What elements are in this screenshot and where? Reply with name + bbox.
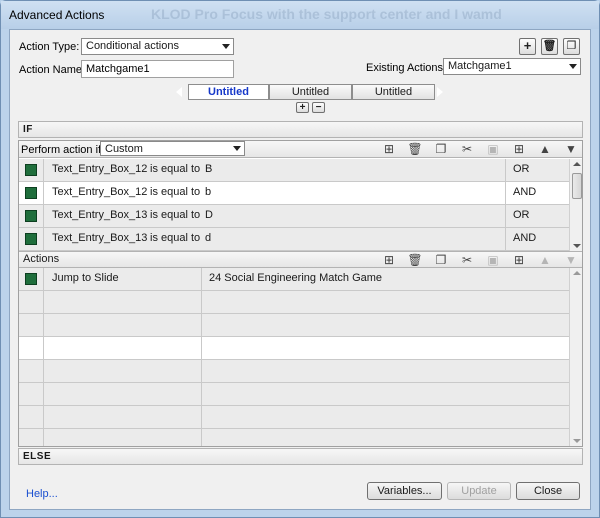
condition-row[interactable]: Text_Entry_Box_13 is equal to D OR: [19, 205, 569, 228]
close-button[interactable]: Close: [516, 482, 580, 500]
row-marker: [25, 187, 37, 199]
insert-below-icon[interactable]: ⊞: [511, 253, 527, 267]
insert-row-icon[interactable]: ⊞: [381, 253, 397, 267]
tab-scroll-left-icon[interactable]: [176, 87, 182, 97]
action-type-select[interactable]: Conditional actions: [81, 38, 234, 55]
action-row[interactable]: [19, 406, 569, 429]
existing-actions-label: Existing Actions:: [366, 62, 447, 74]
perform-action-label: Perform action if:: [21, 144, 105, 156]
actions-header: Actions: [23, 253, 60, 265]
title-bar[interactable]: KLOD Pro Focus with the support center a…: [1, 1, 599, 29]
dialog-body: Action Type: Conditional actions + 🗑 ❐ A…: [9, 29, 591, 510]
perform-action-value: Custom: [105, 143, 143, 155]
paste-icon: ▣: [487, 253, 499, 267]
update-button: Update: [447, 482, 511, 500]
cut-icon[interactable]: ✂: [459, 253, 475, 267]
duplicate-action-button[interactable]: ❐: [563, 38, 580, 55]
action-name-input[interactable]: [81, 60, 234, 78]
actions-scrollbar[interactable]: [569, 268, 582, 446]
action-row[interactable]: [19, 429, 569, 446]
condition-toolbar: Perform action if: Custom ⊞ 🗑 ❐ ✂ ▣ ⊞ ▲ …: [19, 141, 582, 158]
scroll-up-icon[interactable]: [573, 162, 581, 166]
chevron-down-icon: [233, 146, 241, 151]
tab-untitled-2[interactable]: Untitled: [269, 84, 352, 100]
trash-icon: 🗑: [542, 40, 557, 52]
condition-row[interactable]: Text_Entry_Box_12 is equal to B OR: [19, 159, 569, 182]
action-row[interactable]: [19, 337, 569, 360]
else-section-header[interactable]: ELSE: [18, 448, 583, 465]
action-name-label: Action Name:: [19, 64, 86, 76]
action-type-label: Action Type:: [19, 41, 80, 53]
move-down-icon: ▼: [565, 253, 577, 267]
scroll-down-icon[interactable]: [573, 244, 581, 248]
action-type-value: Conditional actions: [86, 40, 179, 52]
conditions-scrollbar[interactable]: [569, 159, 582, 251]
action-row[interactable]: [19, 360, 569, 383]
copy-icon[interactable]: ❐: [433, 142, 449, 156]
tab-untitled-1[interactable]: Untitled: [188, 84, 269, 100]
action-row[interactable]: [19, 291, 569, 314]
trash-icon[interactable]: 🗑: [407, 253, 423, 267]
if-section-header: IF: [18, 121, 583, 138]
row-marker: [25, 164, 37, 176]
tab-untitled-3[interactable]: Untitled: [352, 84, 435, 100]
scroll-up-icon[interactable]: [573, 271, 581, 275]
insert-below-icon[interactable]: ⊞: [511, 142, 527, 156]
move-down-icon[interactable]: ▼: [563, 142, 579, 156]
scroll-down-icon[interactable]: [573, 439, 581, 443]
copy-icon[interactable]: ❐: [433, 253, 449, 267]
conditions-panel: Perform action if: Custom ⊞ 🗑 ❐ ✂ ▣ ⊞ ▲ …: [18, 140, 583, 447]
action-row[interactable]: [19, 314, 569, 337]
duplicate-icon: ❐: [566, 40, 577, 52]
condition-row[interactable]: Text_Entry_Box_12 is equal to b AND: [19, 182, 569, 205]
cut-icon[interactable]: ✂: [459, 142, 475, 156]
minus-icon: −: [315, 102, 322, 113]
perform-action-select[interactable]: Custom: [100, 141, 245, 156]
chevron-down-icon: [222, 44, 230, 49]
move-up-icon: ▲: [539, 253, 551, 267]
window-title: Advanced Actions: [9, 8, 105, 22]
actions-toolbar: Actions ⊞ 🗑 ❐ ✂ ▣ ⊞ ▲ ▼: [19, 251, 582, 268]
existing-actions-select[interactable]: Matchgame1: [443, 58, 581, 75]
action-row[interactable]: Jump to Slide 24 Social Engineering Matc…: [19, 268, 569, 291]
plus-icon: +: [523, 38, 532, 53]
row-marker: [25, 210, 37, 222]
action-row[interactable]: [19, 383, 569, 406]
delete-action-button[interactable]: 🗑: [541, 38, 558, 55]
help-link[interactable]: Help...: [26, 488, 58, 500]
add-tab-button[interactable]: +: [296, 102, 309, 113]
existing-actions-value: Matchgame1: [448, 60, 512, 72]
row-marker: [25, 233, 37, 245]
chevron-down-icon: [569, 64, 577, 69]
tab-scroll-right-icon[interactable]: [437, 87, 443, 97]
insert-row-icon[interactable]: ⊞: [381, 142, 397, 156]
move-up-icon[interactable]: ▲: [537, 142, 553, 156]
add-action-button[interactable]: +: [519, 38, 536, 55]
paste-icon: ▣: [487, 142, 499, 156]
remove-tab-button[interactable]: −: [312, 102, 325, 113]
trash-icon[interactable]: 🗑: [407, 142, 423, 156]
plus-icon: +: [299, 102, 306, 113]
scroll-thumb[interactable]: [572, 173, 582, 199]
variables-button[interactable]: Variables...: [367, 482, 442, 500]
row-marker: [25, 273, 37, 285]
advanced-actions-window: KLOD Pro Focus with the support center a…: [0, 0, 600, 518]
background-ghost-title: KLOD Pro Focus with the support center a…: [151, 6, 502, 22]
condition-row[interactable]: Text_Entry_Box_13 is equal to d AND: [19, 228, 569, 251]
